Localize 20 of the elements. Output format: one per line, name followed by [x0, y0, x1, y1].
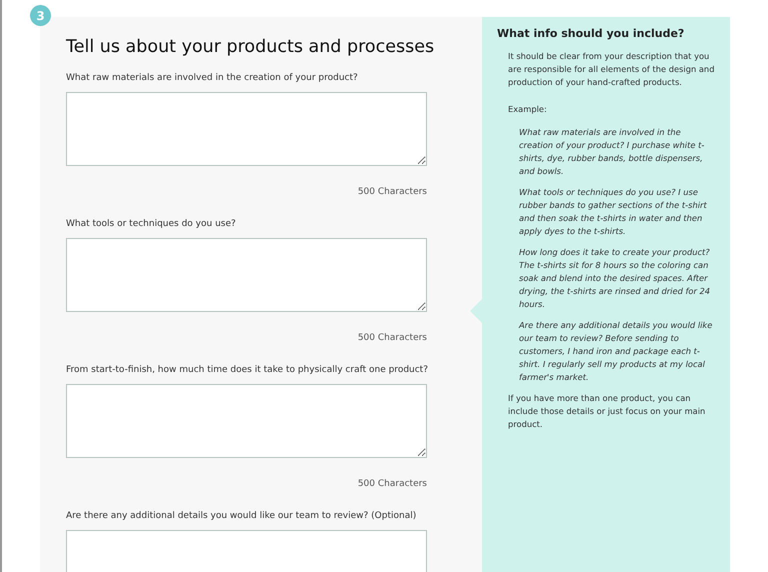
character-count: 500 Characters — [356, 332, 427, 344]
help-outro: If you have more than one product, you can include those details or just focus on your main product. — [508, 392, 706, 431]
answer-box[interactable] — [66, 238, 427, 312]
help-intro: It should be clear from your description that you are responsible for all elements of the design and production of your hand-crafted products. — [508, 50, 716, 89]
question-label: What tools or techniques do you use? — [66, 218, 237, 230]
example-text: What raw materials are involved in the creation of your product? I purchase white t-shirts, dye, rubber bands, bottle dispensers, and bowls. — [519, 126, 706, 178]
example-text: What tools or techniques do you use? I use rubber bands to gather sections of the t-shirt and then soak the t-shirts in water and then apply dyes to the t-shirts. — [519, 186, 708, 238]
question-label: From start-to-finish, how much time does it take to physically craft one product? — [66, 364, 429, 376]
character-count: 500 Characters — [356, 186, 427, 198]
question-label: Are there any additional details you would like our team to review? (Optional) — [66, 510, 418, 522]
example-text: Are there any additional details you would like our team to review? Before sending to customers, I hand iron and package each t-shirt. I regularly sell my products at my local farmer's market. — [519, 319, 714, 384]
example-text: How long does it take to create your product? The t-shirts sit for 8 hours so the coloring can soak and blend into the desired spaces. After drying, the t-shirts are rinsed and dried for 24 hours. — [519, 246, 712, 311]
step-number-badge: 3 — [30, 5, 51, 26]
answer-box[interactable] — [66, 384, 427, 458]
answer-box[interactable] — [66, 92, 427, 166]
question-label: What raw materials are involved in the creation of your product? — [66, 72, 359, 84]
section-title: Tell us about your products and processes — [66, 37, 436, 57]
character-count: 500 Characters — [356, 478, 427, 490]
help-title: What info should you include? — [497, 27, 686, 40]
example-label: Example: — [508, 103, 548, 116]
